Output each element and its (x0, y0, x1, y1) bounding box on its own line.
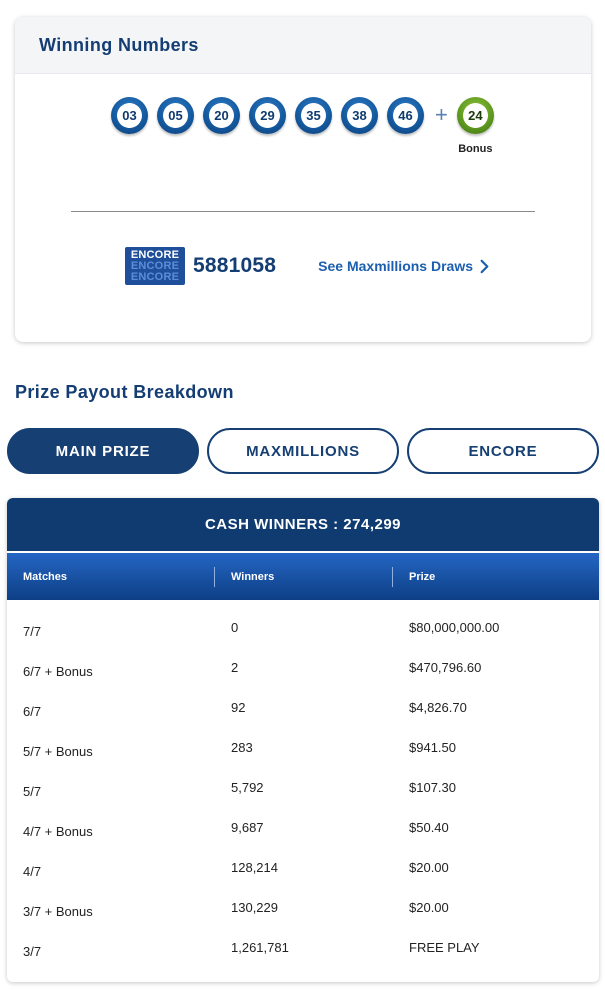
number-ball-value: 29 (255, 103, 280, 128)
number-balls: 03 05 20 29 35 38 46 + 24 Bonus (111, 97, 494, 155)
column-header-matches: Matches (23, 570, 68, 583)
table-row: 3/7 + Bonus 130,229 $20.00 (7, 894, 599, 934)
prize-cell: FREE PLAY (409, 940, 480, 955)
table-column-header: Matches Winners Prize (7, 553, 599, 600)
number-ball-value: 20 (209, 103, 234, 128)
number-ball-value: 03 (117, 103, 142, 128)
winners-cell: 2 (231, 660, 239, 675)
winners-cell: 92 (231, 700, 246, 715)
table-row: 6/7 92 $4,826.70 (7, 694, 599, 734)
encore-logo-text: ENCORE (130, 270, 180, 283)
winners-cell: 130,229 (231, 900, 278, 915)
number-ball: 20 (203, 97, 240, 134)
chevron-right-icon (480, 259, 489, 273)
matches-cell: 3/7 + Bonus (23, 904, 93, 919)
bonus-ball: 24 (456, 97, 494, 134)
column-header-prize: Prize (392, 566, 435, 587)
table-row: 5/7 5,792 $107.30 (7, 774, 599, 814)
prize-tabs: MAIN PRIZE MAXMILLIONS ENCORE (7, 428, 605, 474)
matches-cell: 6/7 + Bonus (23, 664, 93, 679)
winners-cell: 5,792 (231, 780, 264, 795)
table-row: 7/7 0 $80,000,000.00 (7, 614, 599, 654)
table-row: 4/7 128,214 $20.00 (7, 854, 599, 894)
encore-logo-text: ENCORE (130, 248, 180, 261)
see-maxmillions-draws-link[interactable]: See Maxmillions Draws (318, 258, 492, 274)
table-body: 7/7 0 $80,000,000.00 6/7 + Bonus 2 $470,… (7, 600, 599, 974)
table-row: 6/7 + Bonus 2 $470,796.60 (7, 654, 599, 694)
prize-cell: $470,796.60 (409, 660, 482, 675)
number-ball: 46 (387, 97, 424, 134)
encore-logo: ENCORE ENCORE ENCORE (125, 247, 185, 285)
tab-encore[interactable]: ENCORE (407, 428, 599, 474)
tab-maxmillions[interactable]: MAXMILLIONS (207, 428, 399, 474)
winners-cell: 9,687 (231, 820, 264, 835)
matches-cell: 5/7 (23, 784, 42, 799)
encore-number: 5881058 (193, 254, 277, 277)
matches-cell: 3/7 (23, 944, 42, 959)
winning-numbers-card: Winning Numbers 03 05 20 29 35 38 46 + 2… (15, 17, 591, 342)
prize-cell: $20.00 (409, 900, 449, 915)
winning-numbers-title: Winning Numbers (39, 34, 199, 55)
matches-cell: 5/7 + Bonus (23, 744, 93, 759)
bonus-group: 24 Bonus (456, 97, 494, 155)
bonus-ball-value: 24 (462, 103, 488, 128)
number-ball-value: 35 (301, 103, 326, 128)
number-ball: 03 (111, 97, 148, 134)
prize-cell: $941.50 (409, 740, 456, 755)
matches-cell: 7/7 (23, 624, 42, 639)
matches-cell: 4/7 + Bonus (23, 824, 93, 839)
column-header-winners: Winners (214, 566, 392, 587)
bonus-label: Bonus (458, 143, 493, 155)
winners-cell: 128,214 (231, 860, 278, 875)
prize-cell: $80,000,000.00 (409, 620, 500, 635)
table-row: 5/7 + Bonus 283 $941.50 (7, 734, 599, 774)
prize-cell: $4,826.70 (409, 700, 467, 715)
see-maxmillions-draws-label: See Maxmillions Draws (318, 258, 473, 274)
prize-cell: $107.30 (409, 780, 456, 795)
matches-cell: 6/7 (23, 704, 42, 719)
number-ball-value: 46 (393, 103, 418, 128)
number-ball-value: 05 (163, 103, 188, 128)
tab-main-prize[interactable]: MAIN PRIZE (7, 428, 199, 474)
payout-table: CASH WINNERS : 274,299 Matches Winners P… (7, 498, 599, 982)
plus-sign: + (435, 102, 448, 127)
divider (71, 211, 535, 212)
prize-cell: $50.40 (409, 820, 449, 835)
winners-cell: 0 (231, 620, 239, 635)
prize-cell: $20.00 (409, 860, 449, 875)
number-ball: 38 (341, 97, 378, 134)
number-ball: 05 (157, 97, 194, 134)
winning-numbers-header: Winning Numbers (15, 17, 591, 74)
number-ball: 29 (249, 97, 286, 134)
number-ball: 35 (295, 97, 332, 134)
number-ball-value: 38 (347, 103, 372, 128)
winners-cell: 283 (231, 740, 253, 755)
table-row: 3/7 1,261,781 FREE PLAY (7, 934, 599, 974)
encore-logo-text: ENCORE (130, 259, 180, 272)
encore-row: ENCORE ENCORE ENCORE 5881058 See Maxmill… (125, 247, 492, 285)
winners-cell: 1,261,781 (231, 940, 289, 955)
matches-cell: 4/7 (23, 864, 42, 879)
prize-payout-title: Prize Payout Breakdown (15, 382, 234, 402)
table-row: 4/7 + Bonus 9,687 $50.40 (7, 814, 599, 854)
cash-winners-header: CASH WINNERS : 274,299 (7, 498, 599, 553)
